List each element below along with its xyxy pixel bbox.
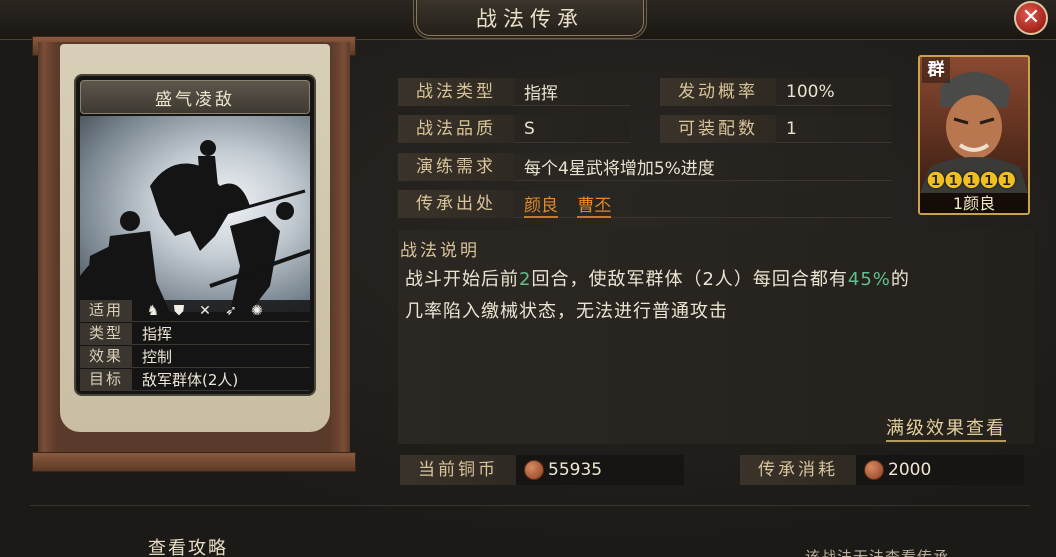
page-title: 战法传承 [476,6,584,31]
cavalry-icon: ♞ [146,302,160,319]
inherit-cost: 传承消耗 2000 [740,455,1024,485]
copper-coin-icon [864,460,884,480]
max-level-effect-link[interactable]: 满级效果查看 [886,414,1006,442]
stat-key: 战法类型 [398,77,514,106]
info-key: 效果 [80,346,132,367]
skill-info: 适用 ♞ ⛊ ✕ ➶ ✺ 类型 指挥 效果 控制 目标 敌军群体(2人) [80,300,310,394]
hero-stars: ❶❶❶❶❶ [926,169,1017,194]
stat-key: 可装配数 [660,114,776,143]
close-button[interactable]: ✕ [1014,1,1048,35]
battle-silhouette-illustration [80,140,311,312]
stat-key: 演练需求 [398,152,514,181]
stat-value: S [524,118,535,139]
info-row-type: 类型 指挥 [80,323,310,345]
wheel-icon: ✺ [251,302,263,319]
desc-line2: 几率陷入缴械状态，无法进行普通攻击 [405,301,728,322]
description-panel [398,230,1034,444]
hero-portrait[interactable]: 群 ❶❶❶❶❶ 1颜良 [918,55,1030,215]
screen: 战法传承 ✕ 盛气凌敌 适用 ♞ ⛊ ✕ ➶ ✺ 类型 指挥 效果 控制 目标 … [0,0,1056,557]
cost-key: 传承消耗 [740,455,856,485]
info-row-effect: 效果 控制 [80,346,310,368]
cost-key: 当前铜币 [400,455,516,485]
stat-key: 战法品质 [398,114,514,143]
stat-training: 演练需求 每个4星武将增加5%进度 [398,152,892,181]
scroll-bottom-rod [32,452,356,472]
source-links: 颜良 曹丕 [514,191,625,218]
coins-value: 55935 [548,460,603,480]
stat-value: 1 [786,118,797,139]
info-key: 类型 [80,323,132,344]
desc-seg: 回合，使敌军群体（2人）每回合都有 [531,269,848,290]
skill-card[interactable]: 盛气凌敌 适用 ♞ ⛊ ✕ ➶ ✺ 类型 指挥 效果 控制 目标 敌军群体(2人… [74,74,316,396]
stat-slots: 可装配数 1 [660,114,892,143]
faction-badge: 群 [922,57,950,83]
stat-chance: 发动概率 100% [660,77,892,106]
stat-value: 100% [786,81,835,102]
stat-value: 指挥 [524,84,558,104]
skill-name: 盛气凌敌 [155,89,235,110]
stat-value: 每个4星武将增加5%进度 [524,159,715,179]
stat-quality: 战法品质 S [398,114,630,143]
desc-highlight-rounds: 2 [519,269,532,290]
cost-value-box: 55935 [516,455,684,485]
info-row-applicable: 适用 ♞ ⛊ ✕ ➶ ✺ [80,300,310,322]
stat-key: 发动概率 [660,77,776,106]
close-icon: ✕ [1021,5,1041,30]
info-value: 敌军群体(2人) [142,371,239,389]
troop-icons: ♞ ⛊ ✕ ➶ ✺ [132,302,266,320]
description-text: 战斗开始后前2回合，使敌军群体（2人）每回合都有45%的 几率陷入缴械状态，无法… [405,264,1025,328]
spear-icon: ➶ [225,302,237,319]
divider [30,505,1030,506]
description-title: 战法说明 [400,241,480,261]
title-plate: 战法传承 [416,0,644,36]
view-guide-link[interactable]: 查看攻略 [148,534,228,557]
skill-art [80,116,311,312]
skill-name-plate: 盛气凌敌 [80,80,310,114]
source-link-yan-liang[interactable]: 颜良 [524,196,558,218]
info-key: 目标 [80,369,132,390]
desc-seg: 战斗开始后前 [405,269,519,290]
info-row-target: 目标 敌军群体(2人) [80,369,310,391]
copper-coin-icon [524,460,544,480]
stat-type: 战法类型 指挥 [398,77,630,106]
bottom-note: 该战法无法查看传承 [805,548,950,557]
bow-icon: ✕ [199,302,211,319]
hero-name: 1颜良 [920,193,1028,213]
source-link-cao-pi[interactable]: 曹丕 [577,196,612,218]
cost-value-box: 2000 [856,455,1024,485]
shield-icon: ⛊ [173,302,185,319]
desc-highlight-chance: 45% [847,269,891,290]
info-value: 指挥 [142,325,173,343]
stat-key: 传承出处 [398,189,514,218]
current-coins: 当前铜币 55935 [400,455,684,485]
desc-seg: 的 [890,269,910,290]
info-key: 适用 [80,300,132,321]
stat-source: 传承出处 颜良 曹丕 [398,189,892,218]
info-value: 控制 [142,348,173,366]
cost-value: 2000 [888,460,932,480]
